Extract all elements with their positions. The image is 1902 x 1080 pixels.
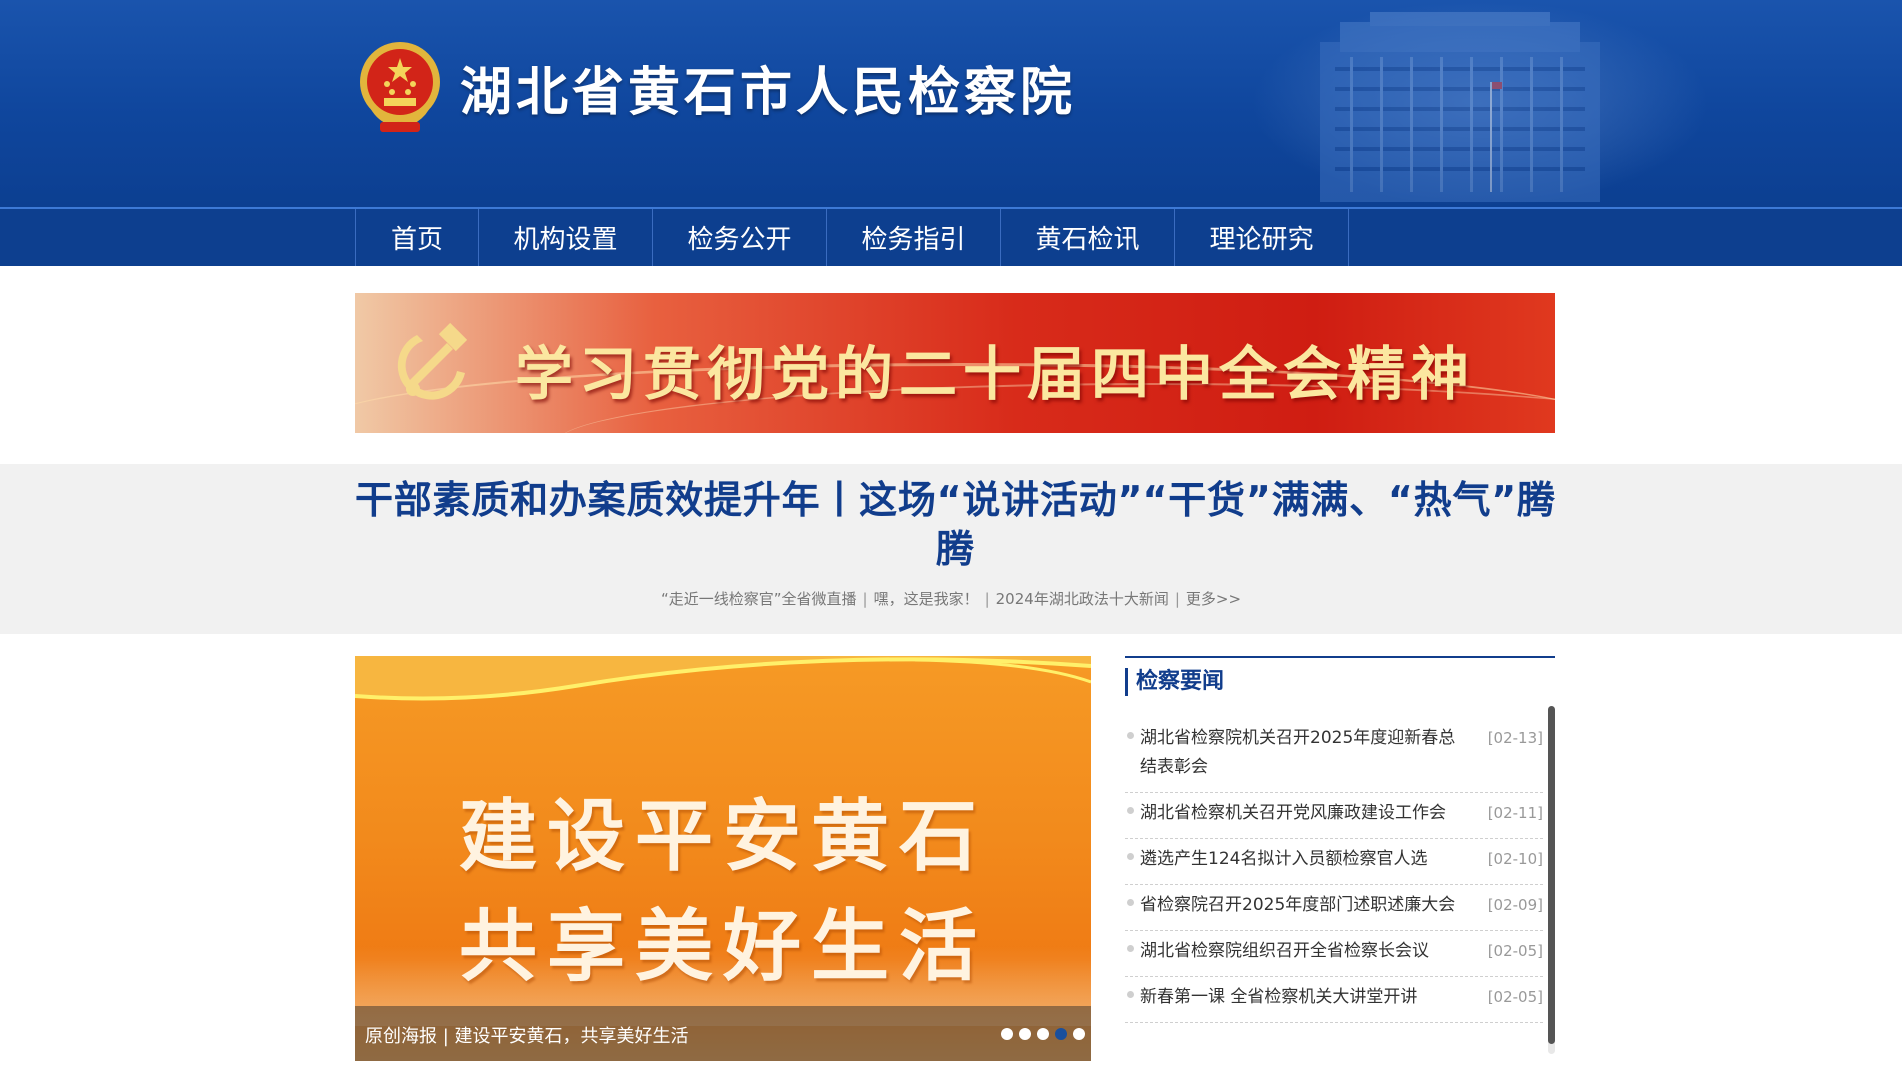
slide-swoosh [355,656,1091,701]
sublink-live-broadcast[interactable]: “走近一线检察官”全省微直播 [661,590,857,608]
divider: | [984,590,990,608]
divider: | [862,590,868,608]
news-item[interactable]: 湖北省检察院组织召开全省检察长会议 [02-05] [1125,931,1543,977]
news-title[interactable]: 新春第一课 全省检察机关大讲堂开讲 [1140,983,1470,1012]
slide-headline-line2: 共享美好生活 [458,902,987,992]
sublink-my-home[interactable]: 嘿，这是我家！ [874,590,979,608]
news-date: [02-13] [1487,729,1543,747]
building-illustration [1320,12,1600,202]
bullet-icon [1127,945,1134,952]
news-title[interactable]: 湖北省检察院组织召开全省检察长会议 [1140,937,1470,966]
headline-section: 干部素质和办案质效提升年丨这场“说讲活动”“干货”满满、“热气”腾腾 “走近一线… [0,464,1902,634]
news-item[interactable]: 省检察院召开2025年度部门述职述廉大会 [02-09] [1125,885,1543,931]
party-emblem-icon [397,322,468,400]
news-title[interactable]: 遴选产生124名拟计入员额检察官人选 [1140,845,1470,874]
news-item[interactable]: 湖北省检察机关召开党风廉政建设工作会 [02-11] [1125,793,1543,839]
news-top-divider [1125,656,1555,658]
news-item[interactable]: 遴选产生124名拟计入员额检察官人选 [02-10] [1125,839,1543,885]
news-title[interactable]: 湖北省检察院机关召开2025年度迎新春总结表彰会 [1140,724,1470,782]
nav-item-huangshi-news[interactable]: 黄石检讯 [1001,209,1175,266]
news-slideshow[interactable]: 建设平安黄石 共享美好生活 原创海报 | 建设平安黄石，共享美好生活 [355,656,1091,1061]
news-title[interactable]: 省检察院召开2025年度部门述职述廉大会 [1140,891,1470,920]
nav-list: 首页 机构设置 检务公开 检务指引 黄石检讯 理论研究 [355,209,1349,266]
news-date: [02-09] [1487,896,1543,914]
news-date: [02-05] [1487,988,1543,1006]
bullet-icon [1127,732,1134,739]
bullet-icon [1127,807,1134,814]
headline-sublinks: “走近一线检察官”全省微直播 | 嘿，这是我家！ | 2024年湖北政法十大新闻 | 更多>… [0,588,1902,609]
news-item[interactable]: 新春第一课 全省检察机关大讲堂开讲 [02-05] [1125,977,1543,1023]
news-title[interactable]: 湖北省检察机关召开党风廉政建设工作会 [1140,799,1470,828]
nav-item-affairs-guide[interactable]: 检务指引 [827,209,1001,266]
bullet-icon [1127,991,1134,998]
main-nav: 首页 机构设置 检务公开 检务指引 黄石检讯 理论研究 [0,207,1902,266]
slide-headline-line1: 建设平安黄石 [458,792,987,882]
nav-item-theory-research[interactable]: 理论研究 [1175,209,1349,266]
national-emblem-icon [360,42,440,132]
headline-title[interactable]: 干部素质和办案质效提升年丨这场“说讲活动”“干货”满满、“热气”腾腾 [355,476,1555,574]
news-list: 湖北省检察院机关召开2025年度迎新春总结表彰会 [02-13] 湖北省检察机关… [1125,718,1543,1023]
divider: | [1174,590,1180,608]
site-header: 湖北省黄石市人民检察院 [0,0,1902,207]
slide-dot-5[interactable] [1073,1028,1085,1040]
nav-item-home[interactable]: 首页 [356,209,479,266]
bullet-icon [1127,899,1134,906]
slide-caption[interactable]: 原创海报 | 建设平安黄石，共享美好生活 [365,1022,689,1048]
news-scrollbar[interactable] [1548,706,1555,1054]
banner-text: 学习贯彻党的二十届四中全会精神 [515,340,1476,408]
sublink-top-ten-news[interactable]: 2024年湖北政法十大新闻 [996,590,1169,608]
procuratorate-news-panel: 检察要闻 湖北省检察院机关召开2025年度迎新春总结表彰会 [02-13] 湖北… [1125,656,1555,1061]
bullet-icon [1127,853,1134,860]
slide-caption-bar: 原创海报 | 建设平安黄石，共享美好生活 [355,1006,1091,1061]
slide-dot-1[interactable] [1001,1028,1013,1040]
nav-item-affairs-public[interactable]: 检务公开 [653,209,827,266]
news-item[interactable]: 湖北省检察院机关召开2025年度迎新春总结表彰会 [02-13] [1125,718,1543,793]
news-date: [02-11] [1487,804,1543,822]
slide-dot-4[interactable] [1055,1028,1067,1040]
nav-item-organization[interactable]: 机构设置 [479,209,653,266]
site-title: 湖北省黄石市人民检察院 [460,63,1077,123]
slide-pagination [1001,1028,1085,1040]
slide-dot-3[interactable] [1037,1028,1049,1040]
news-date: [02-10] [1487,850,1543,868]
party-banner[interactable]: 学习贯彻党的二十届四中全会精神 [355,293,1555,433]
news-heading: 检察要闻 [1125,668,1224,696]
news-date: [02-05] [1487,942,1543,960]
slide-dot-2[interactable] [1019,1028,1031,1040]
sublink-more[interactable]: 更多>> [1186,590,1241,608]
news-scroll-thumb[interactable] [1548,706,1555,1044]
